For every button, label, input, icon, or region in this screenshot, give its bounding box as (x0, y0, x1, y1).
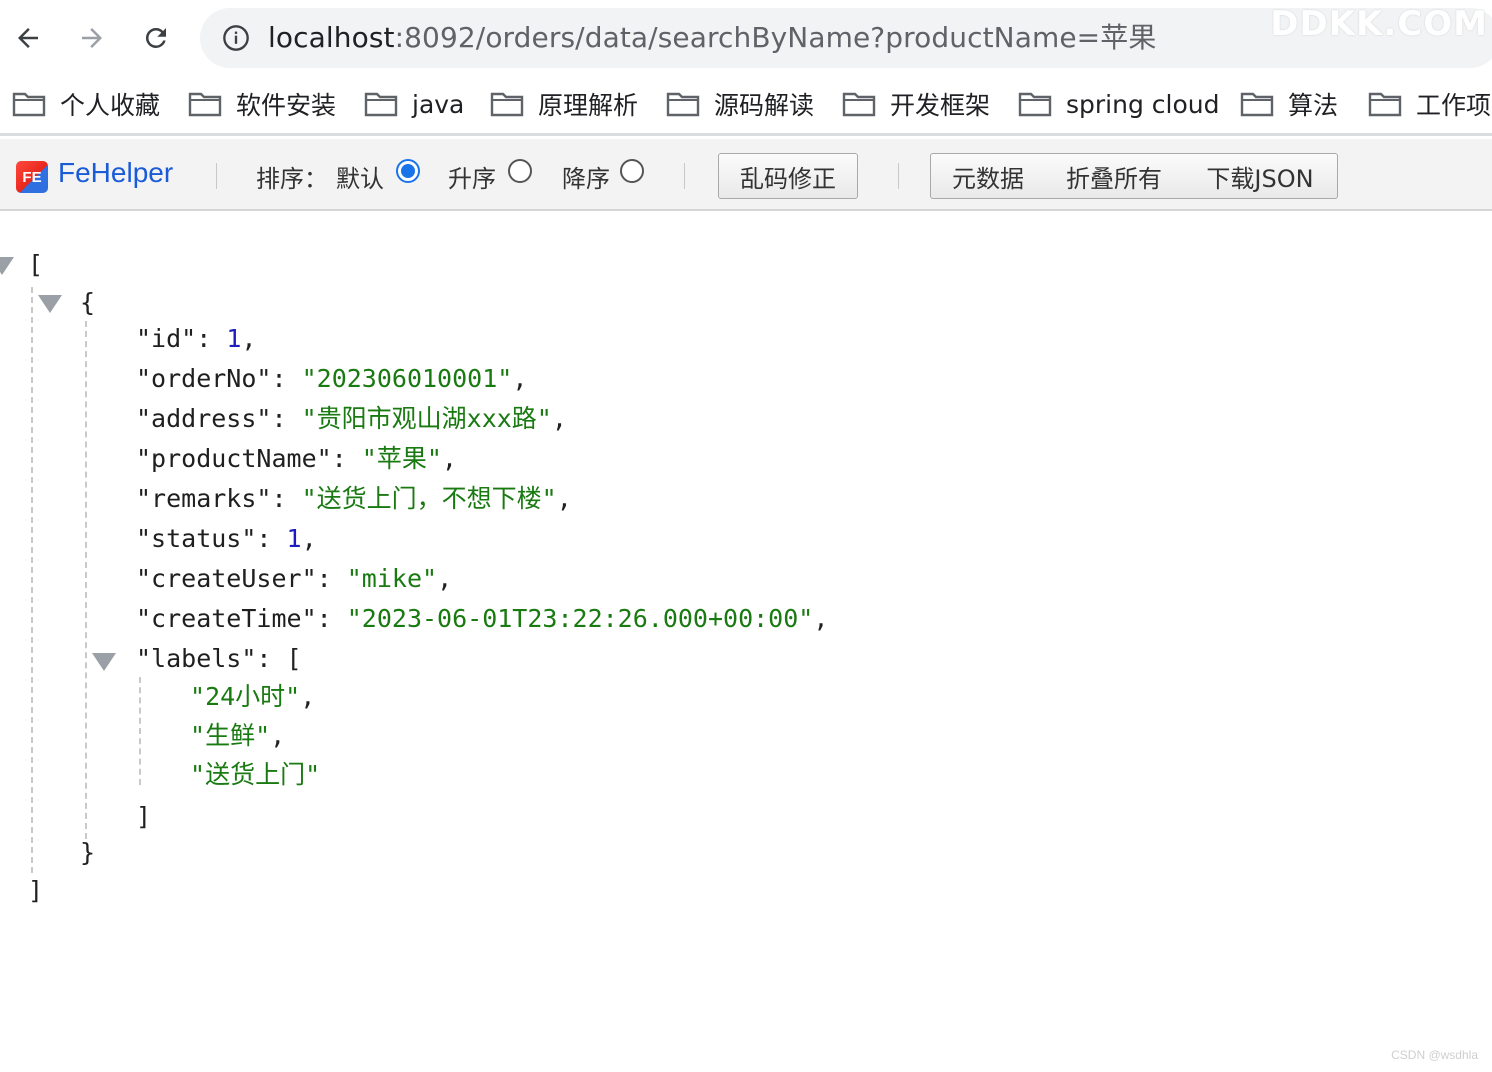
reload-button[interactable] (136, 18, 176, 58)
value-status: 1 (286, 524, 302, 553)
value-id: 1 (226, 324, 242, 353)
json-entry-orderno: "orderNo": "202306010001", (136, 364, 528, 393)
json-entry-status: "status": 1, (136, 524, 317, 553)
indent-guide (85, 321, 87, 839)
download-json-button[interactable]: 下载JSON (1183, 153, 1338, 199)
bookmark-folder[interactable]: 工作项 (1368, 86, 1491, 122)
divider (898, 163, 899, 189)
forward-button[interactable] (72, 18, 112, 58)
bookmark-label: 软件安装 (236, 91, 337, 120)
fehelper-logo: FE (16, 161, 48, 193)
json-entry-remarks: "remarks": "送货上门，不想下楼", (136, 484, 572, 513)
folder-icon (666, 92, 700, 117)
bookmark-label: java (412, 89, 465, 119)
url-text[interactable]: localhost:8092/orders/data/searchByName?… (268, 20, 1156, 56)
bookmarks-bar: 个人收藏 软件安装 java 原理解析 源码解读 开发框架 spring clo… (0, 76, 1492, 136)
value-productname: 苹果 (376, 444, 427, 473)
json-viewer: [ { "id": 1, "orderNo": "202306010001", … (0, 211, 1492, 1072)
bookmark-folder[interactable]: 个人收藏 (12, 86, 160, 122)
folder-icon (842, 92, 876, 117)
bookmark-label: 开发框架 (890, 91, 991, 120)
metadata-button[interactable]: 元数据 (930, 153, 1046, 199)
object-open: { (80, 288, 96, 317)
bookmark-folder[interactable]: 开发框架 (842, 86, 990, 122)
collapse-toggle-icon[interactable] (38, 295, 62, 313)
bookmark-label: 算法 (1288, 91, 1339, 120)
bookmark-folder[interactable]: 原理解析 (490, 86, 638, 122)
fix-encoding-button[interactable]: 乱码修正 (718, 153, 858, 199)
divider (216, 163, 217, 189)
sort-default-radio[interactable] (396, 159, 420, 183)
browser-toolbar: localhost:8092/orders/data/searchByName?… (0, 0, 1492, 76)
folder-icon (1018, 92, 1052, 117)
bookmark-label: 源码解读 (714, 91, 815, 120)
bookmark-folder[interactable]: spring cloud (1018, 86, 1219, 122)
value-createtime: 2023-06-01T23:22:26.000+00:00 (361, 604, 799, 633)
indent-guide (31, 287, 33, 873)
back-arrow-icon (18, 28, 38, 48)
json-entry-productname: "productName": "苹果", (136, 444, 457, 473)
json-entry-id: "id": 1, (136, 324, 257, 353)
sort-default-label[interactable]: 默认 (336, 159, 384, 194)
value-label: 24小时 (205, 682, 286, 711)
collapse-toggle-icon[interactable] (92, 653, 116, 671)
json-entry-address: "address": "贵阳市观山湖xxx路", (136, 404, 567, 433)
value-label: 送货上门 (205, 760, 306, 789)
object-close: } (80, 838, 96, 867)
divider (684, 163, 685, 189)
url-host: localhost (268, 21, 395, 54)
collapse-toggle-icon[interactable] (0, 257, 14, 275)
forward-arrow-icon (82, 28, 102, 48)
collapse-all-button[interactable]: 折叠所有 (1045, 153, 1184, 199)
sort-asc-radio[interactable] (508, 159, 532, 183)
bookmark-label: 工作项 (1416, 91, 1492, 120)
folder-icon (364, 92, 398, 117)
back-button[interactable] (8, 18, 48, 58)
labels-close: ] (136, 802, 152, 831)
watermark: DDKK.COM (1270, 4, 1488, 44)
bookmark-label: 原理解析 (538, 91, 639, 120)
bookmark-folder[interactable]: 软件安装 (188, 86, 336, 122)
folder-icon (12, 92, 46, 117)
array-close: ] (28, 876, 44, 905)
label-item: "24小时", (190, 682, 316, 711)
value-address: 贵阳市观山湖xxx路 (316, 404, 537, 433)
sort-asc-label[interactable]: 升序 (448, 159, 496, 194)
label-item: "送货上门" (190, 760, 321, 789)
folder-icon (188, 92, 222, 117)
csdn-watermark: CSDN @wsdhla (1391, 1048, 1478, 1062)
info-icon[interactable] (222, 24, 250, 52)
json-entry-createuser: "createUser": "mike", (136, 564, 453, 593)
label-item: "生鲜", (190, 721, 286, 750)
indent-guide (139, 677, 141, 785)
value-remarks: 送货上门，不想下楼 (316, 484, 542, 513)
folder-icon (1368, 92, 1402, 117)
sort-desc-label[interactable]: 降序 (562, 159, 610, 194)
fehelper-toolbar: FE FeHelper 排序： 默认 升序 降序 乱码修正 元数据 折叠所有 下… (0, 139, 1492, 211)
bookmark-folder[interactable]: java (364, 86, 464, 122)
bookmark-folder[interactable]: 源码解读 (666, 86, 814, 122)
bookmark-folder[interactable]: 算法 (1240, 86, 1338, 122)
sort-label: 排序： (256, 165, 328, 193)
value-createuser: mike (361, 564, 423, 593)
sort-desc-radio[interactable] (620, 159, 644, 183)
reload-icon (145, 27, 166, 48)
folder-icon (1240, 92, 1274, 117)
fehelper-title[interactable]: FeHelper (58, 157, 173, 189)
url-path: :8092/orders/data/searchByName?productNa… (394, 21, 1157, 54)
value-orderno: 202306010001 (316, 364, 498, 393)
json-entry-createtime: "createTime": "2023-06-01T23:22:26.000+0… (136, 604, 829, 633)
json-entry-labels: "labels": [ (136, 644, 302, 673)
bookmark-label: spring cloud (1066, 89, 1220, 119)
bookmark-label: 个人收藏 (60, 91, 161, 120)
folder-icon (490, 92, 524, 117)
array-open: [ (28, 250, 44, 279)
value-label: 生鲜 (205, 721, 256, 750)
